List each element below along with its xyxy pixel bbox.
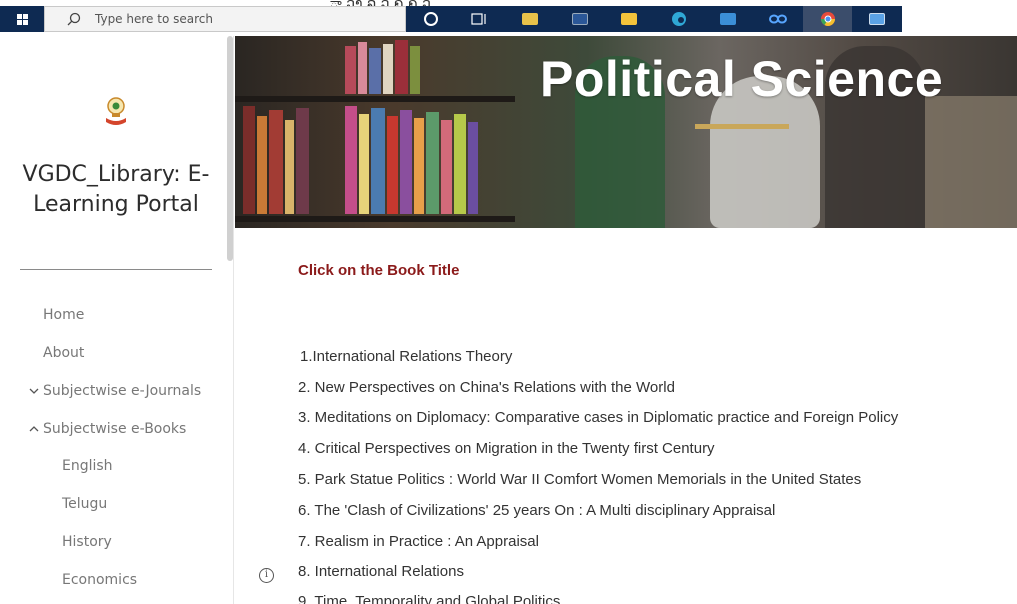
- book-spine-decoration: [257, 116, 267, 214]
- mail-app-icon[interactable]: [704, 6, 754, 32]
- book-link[interactable]: 9. Time, Temporality and Global Politics: [298, 593, 560, 604]
- start-button[interactable]: [0, 6, 44, 32]
- book-spine-decoration: [359, 114, 369, 214]
- book-spine-decoration: [410, 46, 420, 94]
- nav-economics-label: Economics: [62, 572, 138, 588]
- nav-telugu[interactable]: Telugu: [62, 496, 107, 512]
- book-spine-decoration: [454, 114, 466, 214]
- task-view-icon[interactable]: [456, 6, 506, 32]
- book-spine-decoration: [441, 120, 452, 214]
- sidebar-scrollbar[interactable]: [227, 36, 233, 261]
- nav-about[interactable]: About: [43, 345, 84, 361]
- shelf-decoration: [235, 216, 515, 222]
- book-spine-decoration: [269, 110, 283, 214]
- photos-app-icon[interactable]: [852, 6, 902, 32]
- sidebar-divider: [20, 269, 212, 270]
- book-link[interactable]: 5. Park Statue Politics : World War II C…: [298, 471, 861, 488]
- taskbar-search-box[interactable]: Type here to search: [44, 6, 406, 32]
- nav-telugu-label: Telugu: [62, 496, 108, 512]
- instruction-heading: Click on the Book Title: [298, 262, 460, 279]
- book-spine-decoration: [369, 48, 381, 94]
- info-icon[interactable]: i: [259, 568, 274, 583]
- book-spine-decoration: [383, 44, 393, 94]
- book-spine-decoration: [345, 46, 356, 94]
- calendar-app-icon[interactable]: [505, 6, 555, 32]
- stacked-paper-decoration: [925, 96, 1017, 228]
- nav-english-label: English: [62, 458, 113, 474]
- page-title: Political Science: [540, 51, 944, 107]
- nav-home-label: Home: [43, 307, 85, 323]
- edge-browser-icon[interactable]: [654, 6, 704, 32]
- book-link[interactable]: 1.International Relations Theory: [300, 348, 512, 365]
- nav-english[interactable]: English: [62, 458, 113, 474]
- nav-history[interactable]: History: [62, 534, 112, 550]
- nav-home[interactable]: Home: [43, 307, 84, 323]
- chrome-browser-icon[interactable]: [802, 6, 853, 32]
- chevron-up-icon: [29, 426, 39, 432]
- taskbar-app-icons: [406, 6, 902, 32]
- book-spine-decoration: [395, 40, 408, 94]
- book-spine-decoration: [345, 106, 357, 214]
- book-link[interactable]: 2. New Perspectives on China's Relations…: [298, 379, 675, 396]
- nav-subjectwise-ejournals[interactable]: Subjectwise e-Journals: [28, 383, 201, 399]
- site-title[interactable]: VGDC_Library: E-Learning Portal: [10, 160, 222, 220]
- nav-economics[interactable]: Economics: [62, 572, 137, 588]
- nav-ebooks-label: Subjectwise e-Books: [43, 421, 187, 437]
- infinity-app-icon[interactable]: [753, 6, 803, 32]
- book-link[interactable]: 7. Realism in Practice : An Appraisal: [298, 533, 539, 550]
- chevron-down-icon: [29, 388, 39, 394]
- book-link[interactable]: 3. Meditations on Diplomacy: Comparative…: [298, 409, 898, 426]
- book-spine-decoration: [243, 106, 255, 214]
- college-emblem-icon: [106, 97, 126, 125]
- windows-taskbar: ా ວ້າ ລ ວ ຄ ຄ ວ Type here to search: [0, 0, 1017, 36]
- hero-banner: Political Science: [235, 36, 1017, 228]
- book-spine-decoration: [414, 118, 424, 214]
- book-spine-decoration: [400, 110, 412, 214]
- nav-about-label: About: [43, 345, 85, 361]
- book-spine-decoration: [358, 42, 367, 94]
- search-icon: [67, 12, 81, 26]
- book-spine-decoration: [296, 108, 309, 214]
- book-link[interactable]: 6. The 'Clash of Civilizations' 25 years…: [298, 502, 775, 519]
- file-explorer-icon[interactable]: [604, 6, 654, 32]
- cortana-icon[interactable]: [406, 6, 456, 32]
- book-spine-decoration: [371, 108, 385, 214]
- search-placeholder: Type here to search: [95, 12, 213, 26]
- book-spine-decoration: [285, 120, 294, 214]
- nav-ejournals-label: Subjectwise e-Journals: [43, 383, 202, 399]
- book-link[interactable]: 8. International Relations: [298, 563, 464, 580]
- windows-logo-icon: [16, 13, 28, 25]
- book-spine-decoration: [468, 122, 478, 214]
- nav-history-label: History: [62, 534, 112, 550]
- book-link[interactable]: 4. Critical Perspectives on Migration in…: [298, 440, 715, 457]
- nav-subjectwise-ebooks[interactable]: Subjectwise e-Books: [28, 421, 186, 437]
- title-accent-bar: [695, 124, 789, 129]
- sidebar: VGDC_Library: E-Learning Portal Home Abo…: [0, 36, 234, 604]
- shelf-decoration: [235, 96, 515, 102]
- book-spine-decoration: [426, 112, 439, 214]
- word-app-icon[interactable]: [555, 6, 605, 32]
- book-spine-decoration: [387, 116, 398, 214]
